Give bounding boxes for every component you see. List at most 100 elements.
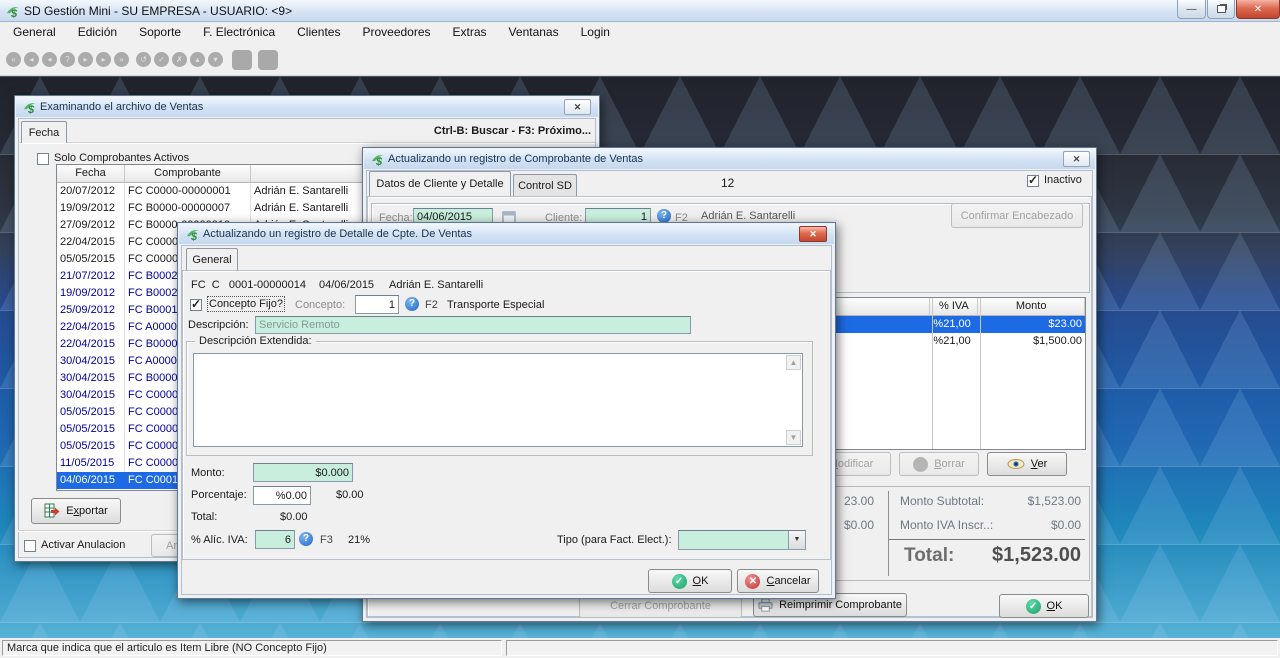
- menu-item-login[interactable]: Login: [570, 22, 621, 42]
- menu-item-edici-n[interactable]: Edición: [67, 22, 128, 42]
- menu-item-soporte[interactable]: Soporte: [128, 22, 192, 42]
- browse-title: Examinando el archivo de Ventas: [40, 101, 203, 113]
- nav-button[interactable]: ?: [60, 52, 75, 67]
- delete-button[interactable]: Borrar: [899, 452, 979, 476]
- menu-item-general[interactable]: General: [2, 22, 67, 42]
- export-button[interactable]: Exportar: [31, 498, 121, 524]
- column-line: [980, 298, 981, 449]
- menu-item-f-electr-nica[interactable]: F. Electrónica: [192, 22, 286, 42]
- column-header-monto[interactable]: Monto: [978, 298, 1085, 316]
- tab-fecha[interactable]: Fecha: [21, 121, 67, 143]
- browse-close-button[interactable]: ✕: [564, 99, 591, 115]
- nav-button[interactable]: «: [6, 52, 21, 67]
- cell-fecha: 22/04/2015: [57, 319, 125, 336]
- cell-iva: %21,00: [930, 316, 978, 333]
- annul-checkbox[interactable]: [24, 540, 36, 552]
- nav-button[interactable]: ▸: [78, 52, 93, 67]
- only-active-checkbox[interactable]: [37, 153, 49, 165]
- tab-general[interactable]: General: [186, 248, 238, 270]
- menu-item-proveedores[interactable]: Proveedores: [351, 22, 441, 42]
- comprobante-ok-button[interactable]: ✓ OK: [999, 594, 1089, 618]
- column-header-iva[interactable]: % IVA: [930, 298, 978, 316]
- only-active-label: Solo Comprobantes Activos: [54, 152, 189, 164]
- nav-button[interactable]: ▸: [96, 52, 111, 67]
- subtotal-value: $1,523.00: [1028, 494, 1081, 508]
- export-label: Exportar: [66, 505, 108, 517]
- menu-item-ventanas[interactable]: Ventanas: [498, 22, 570, 42]
- view-button[interactable]: Ver: [987, 452, 1067, 476]
- monto-input[interactable]: $0.000: [253, 463, 353, 482]
- minimize-button[interactable]: —: [1177, 0, 1206, 19]
- concepto-input[interactable]: 1: [355, 295, 399, 314]
- ok-label: OK: [1047, 600, 1063, 612]
- nav-button[interactable]: ✗: [172, 52, 187, 67]
- porcentaje-input[interactable]: %0.00: [253, 486, 311, 505]
- cell-comprobante: FC B0000-00000007: [125, 200, 251, 217]
- detalle-ok-button[interactable]: ✓ OK: [648, 569, 732, 593]
- inactivo-checkbox[interactable]: [1027, 175, 1039, 187]
- nav-square-button[interactable]: [258, 50, 278, 70]
- cell-fecha: 30/04/2015: [57, 353, 125, 370]
- alic-iva-input[interactable]: 6: [255, 530, 295, 549]
- descripcion-label: Descripción:: [188, 319, 249, 331]
- view-label: Ver: [1031, 458, 1048, 470]
- cell-monto: $1,500.00: [978, 333, 1085, 350]
- descripcion-extendida-textarea[interactable]: ▲ ▼: [193, 353, 803, 447]
- alic-fkey: F3: [320, 534, 333, 546]
- nav-button[interactable]: ◂: [42, 52, 57, 67]
- column-line: [932, 298, 933, 449]
- tab-control-sd[interactable]: Control SD: [513, 174, 577, 196]
- alic-iva-label: % Alíc. IVA:: [191, 534, 248, 546]
- nav-button[interactable]: ✓: [154, 52, 169, 67]
- delete-icon: [913, 457, 928, 472]
- nav-button[interactable]: »: [114, 52, 129, 67]
- ok-icon: ✓: [1026, 599, 1041, 614]
- nav-button[interactable]: ◂: [24, 52, 39, 67]
- detalle-title: Actualizando un registro de Detalle de C…: [203, 228, 472, 240]
- detalle-ok-label: OK: [693, 575, 709, 587]
- tipo-dropdown[interactable]: ▼: [678, 530, 806, 550]
- alic-pct: 21%: [348, 534, 370, 546]
- confirm-header-button[interactable]: Confirmar Encabezado: [951, 203, 1083, 228]
- cell-fecha: 05/05/2015: [57, 438, 125, 455]
- cell-monto: $23.00: [978, 316, 1085, 333]
- svg-text:$: $: [375, 156, 383, 167]
- cliente-help-icon[interactable]: ?: [657, 209, 671, 223]
- nav-button[interactable]: ↺: [136, 52, 151, 67]
- scroll-up-arrow[interactable]: ▲: [786, 355, 801, 370]
- ok-icon: ✓: [672, 574, 687, 589]
- comprobante-titlebar[interactable]: $ Actualizando un registro de Comprobant…: [364, 149, 1095, 169]
- close-button[interactable]: ✕: [1236, 0, 1280, 19]
- dropdown-arrow-icon[interactable]: ▼: [788, 531, 805, 549]
- column-header-fecha[interactable]: Fecha: [57, 165, 125, 183]
- scroll-down-arrow[interactable]: ▼: [786, 430, 801, 445]
- concepto-fijo-checkbox[interactable]: [190, 299, 202, 311]
- app-title: SD Gestión Mini - SU EMPRESA - USUARIO: …: [24, 4, 292, 18]
- menu-bar: GeneralEdiciónSoporteF. ElectrónicaClien…: [0, 22, 1280, 42]
- nav-square-button[interactable]: [232, 50, 252, 70]
- cell-fecha: 19/09/2012: [57, 200, 125, 217]
- column-header-comprobante[interactable]: Comprobante: [125, 165, 251, 183]
- detalle-titlebar[interactable]: $ Actualizando un registro de Detalle de…: [179, 224, 834, 244]
- concepto-name: Transporte Especial: [447, 299, 544, 311]
- concepto-help-icon[interactable]: ?: [405, 297, 419, 311]
- comprobante-close-button[interactable]: ✕: [1063, 151, 1090, 167]
- nav-button[interactable]: ▴: [190, 52, 205, 67]
- alic-help-icon[interactable]: ?: [299, 532, 313, 546]
- eye-icon: [1007, 459, 1025, 469]
- menu-item-extras[interactable]: Extras: [442, 22, 498, 42]
- tab-line: [19, 142, 595, 143]
- doc-client: Adrián E. Santarelli: [389, 279, 483, 291]
- menu-item-clientes[interactable]: Clientes: [286, 22, 351, 42]
- detalle-close-button[interactable]: ✕: [799, 226, 827, 242]
- restore-button[interactable]: [1207, 0, 1235, 19]
- descripcion-input[interactable]: Servicio Remoto: [255, 316, 691, 334]
- status-text: Marca que indica que el articulo es Item…: [7, 642, 327, 654]
- nav-button[interactable]: ▾: [208, 52, 223, 67]
- tab-datos-cliente[interactable]: Datos de Cliente y Detalle: [369, 171, 511, 196]
- doc-date: 04/06/2015: [319, 279, 374, 291]
- cliente-name: Adrián E. Santarelli: [701, 210, 795, 222]
- svg-text:$: $: [10, 8, 18, 19]
- browse-titlebar[interactable]: $ Examinando el archivo de Ventas: [16, 97, 598, 117]
- detalle-cancel-button[interactable]: ✕ Cancelar: [737, 569, 819, 593]
